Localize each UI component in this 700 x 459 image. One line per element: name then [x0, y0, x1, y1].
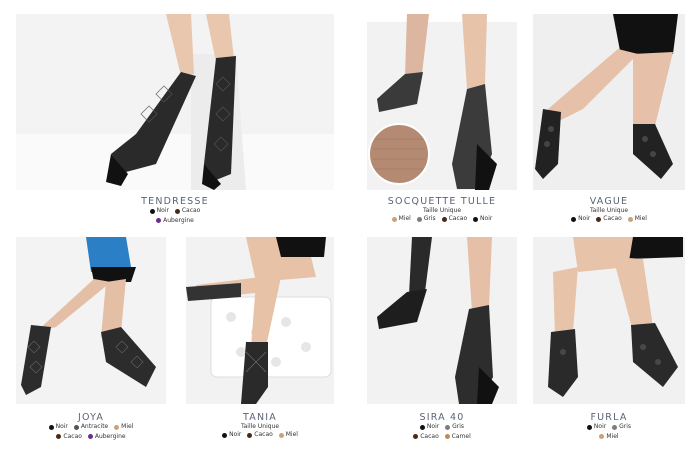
color-dot	[156, 218, 162, 223]
product-photo-joya	[16, 237, 166, 404]
color-dot	[391, 216, 397, 222]
color-row: Miel	[533, 433, 685, 443]
color-swatch-miel: Miel	[391, 215, 411, 223]
product-caption-vague: VAGUE Taille Unique Noir Cacao Miel	[533, 196, 685, 225]
color-swatch-gris: Gris	[445, 423, 464, 431]
color-dot	[599, 434, 605, 439]
color-swatch-gris: Gris	[416, 215, 436, 223]
color-dot	[416, 216, 422, 222]
product-photo-tendresse	[16, 14, 334, 190]
color-dot	[627, 216, 633, 222]
color-swatch-cacao: Cacao	[413, 433, 439, 441]
product-caption-socquette-tulle: SOCQUETTE TULLE Taille Unique Miel Gris …	[367, 196, 517, 225]
color-dot	[149, 208, 155, 214]
color-swatch-miel: Miel	[278, 431, 298, 439]
color-list: Noir Cacao Miel	[186, 431, 334, 441]
product-caption-furla: FURLA Noir Gris Miel	[533, 412, 685, 442]
product-name: SIRA 40	[419, 412, 465, 423]
color-row: Noir Cacao Miel	[533, 215, 685, 225]
color-swatch-noir: Noir	[48, 423, 68, 431]
color-row: Miel Gris Cacao Noir	[367, 215, 517, 225]
color-swatch-noir: Noir	[473, 215, 492, 223]
color-row: Noir Gris	[533, 423, 685, 433]
product-photo-tania	[186, 237, 334, 404]
product-name: FURLA	[590, 412, 628, 423]
color-list: Noir Gris Cacao Camel	[367, 423, 517, 442]
color-swatch-miel: Miel	[599, 433, 619, 441]
color-list: Noir Antracite Miel Cacao Aubergine	[16, 423, 166, 442]
color-row: Noir Gris	[367, 423, 517, 433]
product-photo-sira-40	[367, 237, 517, 404]
color-swatch-miel: Miel	[627, 215, 647, 223]
color-dot	[48, 424, 54, 430]
color-swatch-cacao: Cacao	[596, 215, 622, 223]
color-dot	[413, 434, 419, 439]
product-photo-socquette-tulle	[367, 14, 517, 190]
color-swatch-noir: Noir	[571, 215, 590, 223]
color-list: Noir Cacao Aubergine	[120, 207, 230, 226]
product-name: TENDRESSE	[141, 196, 209, 207]
color-dot	[586, 424, 592, 430]
color-row: Noir Cacao	[120, 207, 230, 217]
color-swatch-cacao: Cacao	[441, 215, 467, 223]
color-dot	[174, 208, 180, 214]
color-dot	[73, 424, 79, 430]
color-dot	[419, 424, 425, 430]
color-dot	[444, 434, 450, 439]
color-dot	[247, 432, 253, 438]
product-caption-tendresse: TENDRESSE Noir Cacao Aubergine	[120, 196, 230, 226]
product-caption-joya: JOYA Noir Antracite Miel Cacao Aubergine	[16, 412, 166, 442]
color-swatch-cacao: Cacao	[56, 433, 82, 441]
color-dot	[473, 216, 479, 222]
color-swatch-noir: Noir	[149, 207, 169, 215]
color-row: Noir Cacao Miel	[186, 431, 334, 441]
color-row: Cacao Camel	[367, 433, 517, 443]
product-subtitle: Taille Unique	[422, 207, 462, 214]
product-photo-vague	[533, 14, 685, 190]
product-name: JOYA	[77, 412, 105, 423]
product-name: TANIA	[243, 412, 277, 423]
color-swatch-noir: Noir	[222, 431, 241, 439]
color-dot	[87, 434, 93, 439]
product-subtitle: Taille Unique	[240, 423, 280, 430]
color-swatch-noir: Noir	[419, 423, 439, 431]
product-subtitle: Taille Unique	[589, 207, 629, 214]
color-list: Miel Gris Cacao Noir	[367, 215, 517, 225]
color-swatch-miel: Miel	[114, 423, 133, 431]
color-dot	[114, 424, 120, 430]
product-name: VAGUE	[589, 196, 629, 207]
color-swatch-noir: Noir	[586, 423, 606, 431]
color-row: Aubergine	[120, 217, 230, 227]
product-caption-sira-40: SIRA 40 Noir Gris Cacao Camel	[367, 412, 517, 442]
product-caption-tania: TANIA Taille Unique Noir Cacao Miel	[186, 412, 334, 441]
product-name: SOCQUETTE TULLE	[387, 196, 497, 207]
color-dot	[278, 432, 284, 438]
color-dot	[596, 216, 602, 222]
color-dot	[441, 216, 447, 222]
color-swatch-camel: Camel	[444, 433, 471, 441]
color-swatch-cacao: Cacao	[174, 207, 200, 215]
color-swatch-gris: Gris	[612, 423, 631, 431]
color-dot	[571, 216, 577, 222]
color-swatch-aubergine: Aubergine	[156, 217, 194, 225]
color-dot	[445, 424, 451, 430]
color-swatch-cacao: Cacao	[247, 431, 273, 439]
color-list: Noir Cacao Miel	[533, 215, 685, 225]
color-dot	[222, 432, 228, 438]
color-dot	[612, 424, 618, 430]
color-dot	[56, 434, 62, 439]
color-swatch-aubergine: Aubergine	[87, 433, 126, 441]
color-row: Cacao Aubergine	[16, 433, 166, 443]
color-row: Noir Antracite Miel	[16, 423, 166, 433]
color-list: Noir Gris Miel	[533, 423, 685, 442]
color-swatch-antracite: Antracite	[73, 423, 108, 431]
product-photo-furla	[533, 237, 685, 404]
